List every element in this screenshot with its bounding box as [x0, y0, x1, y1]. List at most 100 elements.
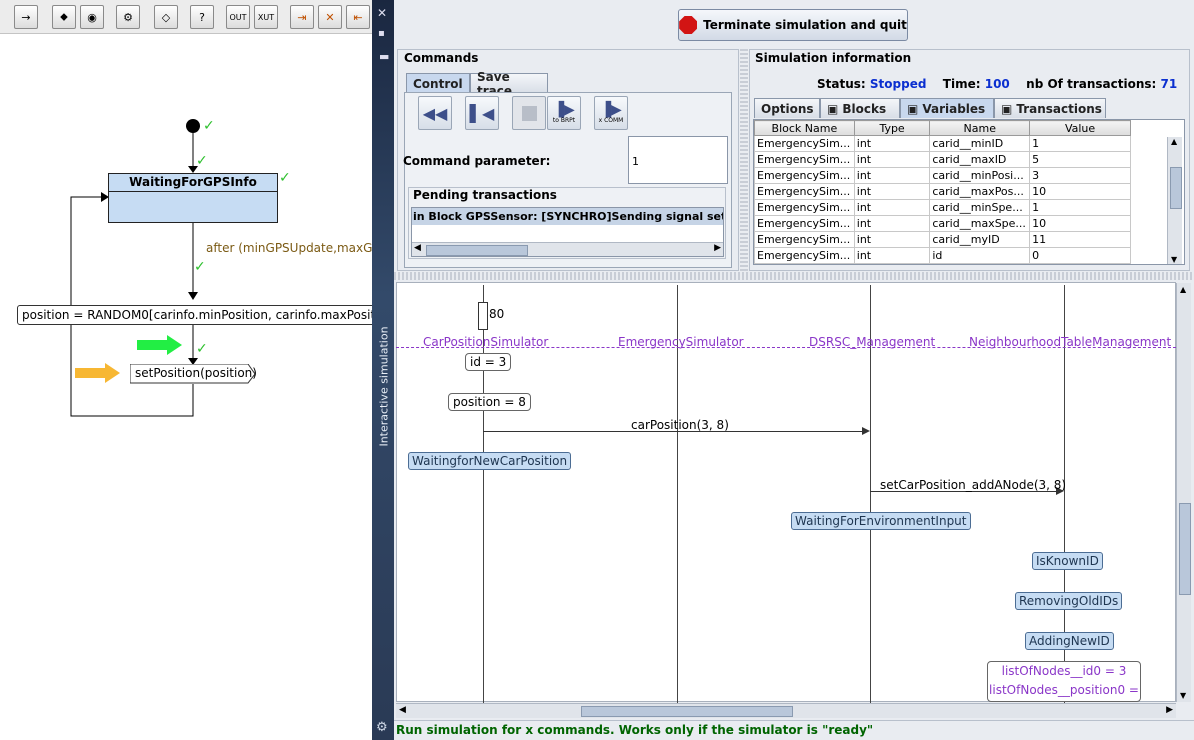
check-icon: ✓	[194, 259, 206, 275]
table-vscrollbar[interactable]: ▲ ▼	[1167, 137, 1182, 264]
terminate-button[interactable]: Terminate simulation and quit	[678, 9, 908, 41]
scroll-down-icon[interactable]: ▼	[1171, 255, 1177, 264]
side-strip: ✕ ▪ ▬ Interactive simulation ⚙	[372, 0, 394, 740]
check-icon: ✓	[196, 341, 208, 357]
signal-label: setPosition(position)	[135, 366, 257, 380]
rewind-icon: ◀◀	[422, 103, 448, 123]
column-header[interactable]: Value	[1029, 120, 1131, 136]
scroll-up-icon[interactable]: ▲	[1171, 137, 1177, 146]
state-name: WaitingForGPSInfo	[109, 174, 277, 192]
run-bkpt-icon: ▐▶	[553, 101, 575, 118]
nb-label: nb Of transactions:	[1026, 77, 1157, 91]
time-value: 100	[984, 77, 1010, 91]
scroll-thumb[interactable]	[426, 245, 528, 256]
gear-icon[interactable]: ⚙	[376, 720, 388, 735]
table-cell: EmergencySim...	[754, 215, 855, 232]
table-row[interactable]: EmergencySim... int carid__maxID 5	[754, 151, 1131, 168]
after-arrowhead	[188, 292, 198, 300]
status-label: Status:	[817, 77, 866, 91]
step-back-button[interactable]: ▌◀	[465, 96, 499, 130]
column-header[interactable]: Type	[853, 120, 931, 136]
table-cell: EmergencySim...	[754, 247, 855, 264]
siminfo-panel: Simulation information Status: Stopped T…	[749, 49, 1190, 271]
step-back-icon: ▌◀	[469, 103, 495, 123]
tab-control[interactable]: Control	[406, 73, 470, 93]
variables-table: Block Name Type Name Value EmergencySim.…	[754, 120, 1131, 264]
param-input[interactable]: 1	[628, 136, 728, 184]
run-x-commands-button[interactable]: ▐▶ x COMM	[594, 96, 628, 130]
action-box[interactable]: position = RANDOM0[carinfo.minPosition, …	[17, 305, 404, 325]
state-box[interactable]: WaitingForGPSInfo	[108, 173, 278, 223]
status-line: Status: Stopped Time: 100 nb Of transact…	[817, 77, 1177, 91]
minimize-icon[interactable]: ▬	[379, 50, 389, 63]
table-cell: EmergencySim...	[754, 231, 855, 248]
window-icon: ▣	[827, 101, 839, 116]
stop-button[interactable]	[512, 96, 546, 130]
table-cell: 1	[1029, 199, 1131, 216]
sequence-diagram-area	[396, 282, 1176, 702]
table-cell: int	[853, 231, 931, 248]
bkpt-label: to BRPt	[552, 116, 576, 124]
table-row[interactable]: EmergencySim... int id 0	[754, 247, 1131, 264]
table-cell: int	[853, 135, 931, 152]
table-cell: int	[853, 151, 931, 168]
table-cell: int	[853, 199, 931, 216]
stop-square-icon	[521, 105, 537, 121]
check-icon: ✓	[203, 118, 215, 134]
vertical-splitter[interactable]	[740, 49, 748, 271]
tab-options[interactable]: Options	[754, 98, 820, 118]
table-row[interactable]: EmergencySim... int carid__minID 1	[754, 135, 1131, 152]
table-row[interactable]: EmergencySim... int carid__maxPos... 10	[754, 183, 1131, 200]
maximize-icon[interactable]: ▪	[378, 28, 385, 39]
scroll-right-icon[interactable]: ▶	[714, 243, 721, 253]
commands-title: Commands	[404, 51, 479, 65]
nb-value: 71	[1160, 77, 1178, 91]
table-row[interactable]: EmergencySim... int carid__myID 11	[754, 231, 1131, 248]
table-cell: id	[929, 247, 1031, 264]
table-cell: int	[853, 167, 931, 184]
close-icon[interactable]: ✕	[377, 6, 387, 20]
tab-save-trace[interactable]: Save trace	[470, 70, 548, 98]
pending-hscrollbar[interactable]: ◀ ▶	[412, 242, 723, 256]
table-cell: carid__minPosi...	[929, 167, 1031, 184]
table-row[interactable]: EmergencySim... int carid__maxSpe... 10	[754, 215, 1131, 232]
window-icon: ▣	[1001, 101, 1013, 116]
table-cell: carid__maxID	[929, 151, 1031, 168]
table-cell: 3	[1029, 167, 1131, 184]
table-row[interactable]: EmergencySim... int carid__minSpe... 1	[754, 199, 1131, 216]
after-label: after (minGPSUpdate,maxGPS	[206, 241, 388, 255]
scroll-thumb[interactable]	[1170, 167, 1182, 209]
status-value: Stopped	[869, 77, 927, 91]
check-icon: ✓	[196, 153, 208, 169]
green-arrow-icon	[137, 335, 182, 355]
column-header[interactable]: Name	[929, 120, 1031, 136]
table-cell: int	[853, 247, 931, 264]
table-cell: int	[853, 183, 931, 200]
table-cell: EmergencySim...	[754, 199, 855, 216]
table-cell: 10	[1029, 183, 1131, 200]
check-icon: ✓	[279, 170, 291, 186]
run-to-breakpoint-button[interactable]: ▐▶ to BRPt	[547, 96, 581, 130]
table-cell: EmergencySim...	[754, 167, 855, 184]
table-row[interactable]: EmergencySim... int carid__minPosi... 3	[754, 167, 1131, 184]
sim-window: Terminate simulation and quit Commands C…	[394, 0, 1194, 740]
horizontal-splitter[interactable]	[394, 272, 1194, 280]
run-xcomm-icon: ▐▶	[600, 101, 622, 118]
table-cell: carid__myID	[929, 231, 1031, 248]
table-cell: carid__maxPos...	[929, 183, 1031, 200]
table-cell: carid__maxSpe...	[929, 215, 1031, 232]
tab-blocks[interactable]: ▣ Blocks	[820, 98, 900, 118]
pending-list: in Block GPSSensor: [SYNCHRO]Sending sig…	[411, 207, 724, 257]
signal-box[interactable]: setPosition(position)	[130, 364, 257, 384]
tab-transactions-label: Transactions	[1016, 101, 1102, 116]
tab-variables[interactable]: ▣ Variables	[900, 98, 994, 118]
param-label: Command parameter:	[403, 154, 551, 168]
table-cell: 5	[1029, 151, 1131, 168]
column-header[interactable]: Block Name	[754, 120, 855, 136]
pending-item[interactable]: in Block GPSSensor: [SYNCHRO]Sending sig…	[412, 208, 723, 225]
tab-variables-label: Variables	[922, 101, 986, 116]
scroll-left-icon[interactable]: ◀	[414, 243, 421, 253]
rewind-button[interactable]: ◀◀	[418, 96, 452, 130]
table-cell: 11	[1029, 231, 1131, 248]
tab-transactions[interactable]: ▣ Transactions	[994, 98, 1106, 118]
